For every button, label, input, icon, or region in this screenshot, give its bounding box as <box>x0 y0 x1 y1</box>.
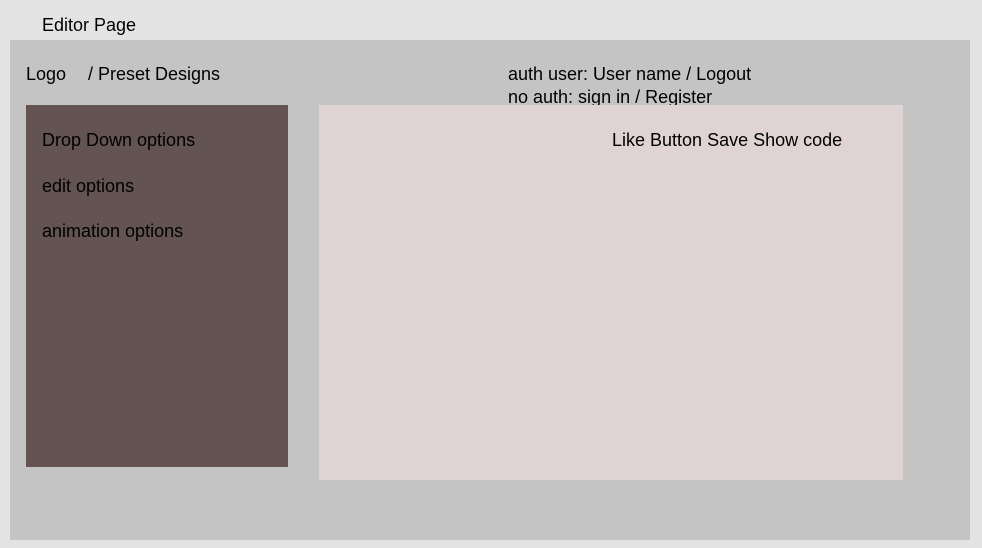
auth-area: auth user: User name / Logout no auth: s… <box>508 63 751 109</box>
canvas-actions-text[interactable]: Like Button Save Show code <box>612 129 842 151</box>
logo[interactable]: Logo <box>26 63 66 85</box>
sidebar-item-edit-options[interactable]: edit options <box>42 175 134 197</box>
editor-canvas[interactable]: Like Button Save Show code <box>319 105 903 480</box>
auth-user-text[interactable]: auth user: User name / Logout <box>508 63 751 86</box>
preset-designs-link[interactable]: / Preset Designs <box>88 63 220 85</box>
page-title: Editor Page <box>42 15 137 35</box>
sidebar-item-animation-options[interactable]: animation options <box>42 220 183 242</box>
sidebar-item-dropdown-options[interactable]: Drop Down options <box>42 129 195 151</box>
options-sidebar: Drop Down options edit options animation… <box>26 105 288 467</box>
